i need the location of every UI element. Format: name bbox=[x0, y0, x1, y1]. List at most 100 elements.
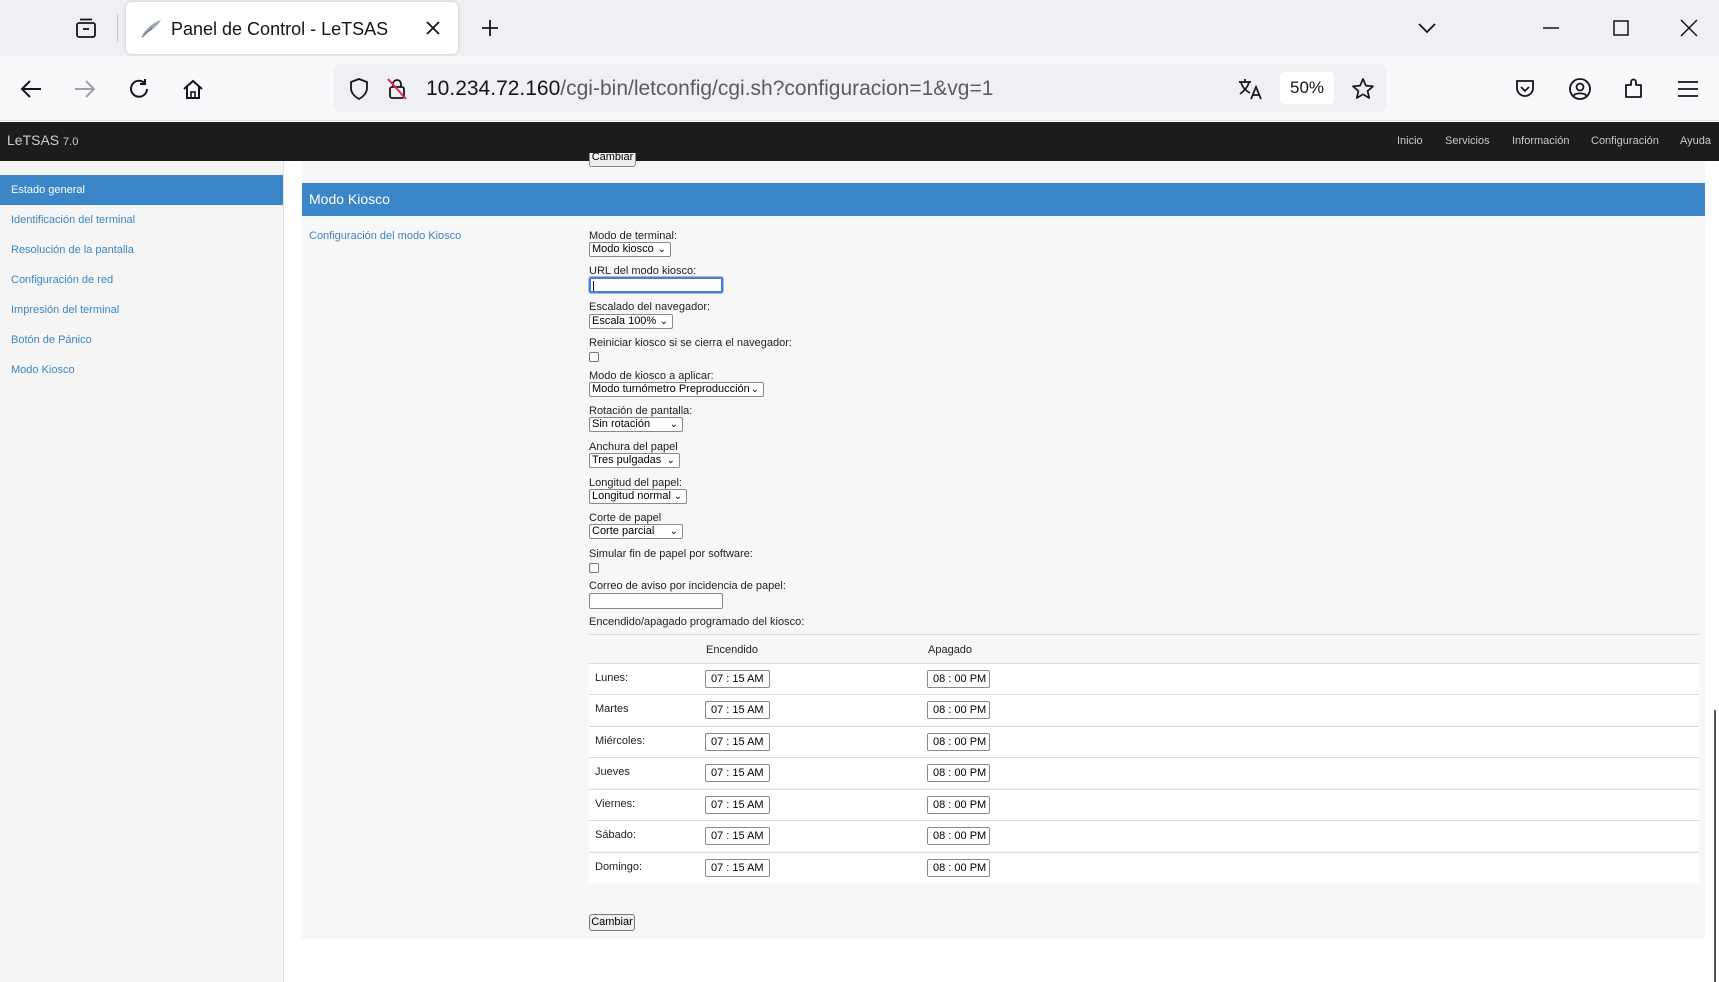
url-label: URL del modo kiosco: bbox=[589, 265, 697, 277]
restart-checkbox[interactable] bbox=[589, 352, 599, 362]
previous-submit-button[interactable]: Cambiar bbox=[589, 153, 636, 167]
paper-width-value: Tres pulgadas bbox=[592, 454, 662, 466]
tab-list-icon[interactable] bbox=[66, 12, 106, 44]
tab-separator bbox=[117, 14, 118, 42]
on-time-input[interactable]: 07 : 15 AM bbox=[705, 701, 770, 719]
sidebar: Estado general Identificación del termin… bbox=[0, 161, 284, 982]
simulate-checkbox[interactable] bbox=[589, 563, 599, 573]
table-row: Domingo: 07 : 15 AM 08 : 00 PM bbox=[589, 852, 1699, 883]
feather-icon bbox=[140, 17, 162, 39]
table-row: Jueves 07 : 15 AM 08 : 00 PM bbox=[589, 757, 1699, 788]
off-time-input[interactable]: 08 : 00 PM bbox=[927, 764, 990, 782]
zoom-level-badge[interactable]: 50% bbox=[1280, 72, 1334, 104]
nav-inicio[interactable]: Inicio bbox=[1397, 135, 1423, 147]
sidebar-item-red[interactable]: Configuración de red bbox=[0, 265, 283, 295]
back-arrow-icon[interactable] bbox=[12, 70, 50, 108]
reload-icon[interactable] bbox=[120, 70, 158, 108]
sidebar-item-boton-panico[interactable]: Botón de Pánico bbox=[0, 325, 283, 355]
page-scrollbar[interactable] bbox=[1714, 710, 1716, 982]
terminal-mode-select[interactable]: Modo kiosco ⌄ bbox=[589, 242, 671, 257]
minimize-icon[interactable] bbox=[1531, 8, 1571, 48]
day-label: Sábado: bbox=[595, 829, 636, 841]
app-topbar: LeTSAS 7.0 Inicio Servicios Información … bbox=[0, 122, 1719, 161]
scale-select[interactable]: Escala 100% ⌄ bbox=[589, 314, 673, 329]
table-row: Sábado: 07 : 15 AM 08 : 00 PM bbox=[589, 820, 1699, 851]
email-label: Correo de aviso por incidencia de papel: bbox=[589, 580, 786, 592]
on-time-input[interactable]: 07 : 15 AM bbox=[705, 670, 770, 688]
translate-icon[interactable] bbox=[1235, 74, 1265, 104]
kiosk-mode-value: Modo turnómetro Preproducción bbox=[592, 383, 750, 395]
paper-length-select[interactable]: Longitud normal ⌄ bbox=[589, 489, 687, 504]
day-label: Lunes: bbox=[595, 672, 629, 684]
kiosk-url-input[interactable] bbox=[588, 276, 724, 294]
section-title: Modo Kiosco bbox=[302, 183, 1705, 216]
nav-servicios[interactable]: Servicios bbox=[1445, 135, 1490, 147]
paper-length-label: Longitud del papel: bbox=[589, 477, 682, 489]
sidebar-item-modo-kiosco[interactable]: Modo Kiosco bbox=[0, 355, 283, 385]
close-window-icon[interactable] bbox=[1669, 8, 1709, 48]
off-time-input[interactable]: 08 : 00 PM bbox=[927, 796, 990, 814]
maximize-icon[interactable] bbox=[1601, 8, 1641, 48]
on-time-input[interactable]: 07 : 15 AM bbox=[705, 796, 770, 814]
chevron-down-icon: ⌄ bbox=[669, 526, 678, 537]
rotation-label: Rotación de pantalla: bbox=[589, 405, 693, 417]
url-host: 10.234.72.160 bbox=[426, 77, 561, 100]
terminal-mode-value: Modo kiosco bbox=[592, 243, 654, 255]
nav-informacion[interactable]: Información bbox=[1512, 135, 1569, 147]
close-tab-icon[interactable] bbox=[420, 15, 446, 41]
new-tab-icon[interactable] bbox=[474, 12, 506, 44]
nav-configuracion[interactable]: Configuración bbox=[1591, 135, 1659, 147]
extensions-icon[interactable] bbox=[1615, 70, 1653, 108]
on-time-input[interactable]: 07 : 15 AM bbox=[705, 827, 770, 845]
text-cursor bbox=[593, 281, 594, 291]
chevron-down-icon: ⌄ bbox=[659, 316, 668, 327]
sidebar-item-identificacion[interactable]: Identificación del terminal bbox=[0, 205, 283, 235]
active-tab[interactable]: Panel de Control - LeTSAS bbox=[126, 2, 458, 54]
sidebar-item-impresion[interactable]: Impresión del terminal bbox=[0, 295, 283, 325]
paper-width-label: Anchura del papel bbox=[589, 441, 678, 453]
off-time-input[interactable]: 08 : 00 PM bbox=[927, 733, 990, 751]
kiosk-mode-select[interactable]: Modo turnómetro Preproducción ⌄ bbox=[589, 382, 764, 397]
off-time-input[interactable]: 08 : 00 PM bbox=[927, 701, 990, 719]
chevron-down-icon: ⌄ bbox=[666, 455, 675, 466]
on-time-input[interactable]: 07 : 15 AM bbox=[705, 733, 770, 751]
shield-icon[interactable] bbox=[344, 74, 374, 104]
table-row: Lunes: 07 : 15 AM 08 : 00 PM bbox=[589, 663, 1699, 694]
off-time-input[interactable]: 08 : 00 PM bbox=[927, 827, 990, 845]
paper-cut-select[interactable]: Corte parcial ⌄ bbox=[589, 524, 683, 539]
paper-cut-label: Corte de papel bbox=[589, 512, 662, 524]
off-time-input[interactable]: 08 : 00 PM bbox=[927, 670, 990, 688]
submit-button[interactable]: Cambiar bbox=[589, 914, 635, 931]
chevron-down-icon: ⌄ bbox=[673, 491, 682, 502]
on-time-input[interactable]: 07 : 15 AM bbox=[705, 859, 770, 877]
pocket-icon[interactable] bbox=[1506, 70, 1544, 108]
url-bar[interactable]: 10.234.72.160/cgi-bin/letconfig/cgi.sh?c… bbox=[334, 64, 1386, 112]
browser-nav-bar: 10.234.72.160/cgi-bin/letconfig/cgi.sh?c… bbox=[0, 56, 1719, 121]
paper-width-select[interactable]: Tres pulgadas ⌄ bbox=[589, 453, 680, 468]
chevron-down-icon: ⌄ bbox=[669, 419, 678, 430]
url-text[interactable]: 10.234.72.160/cgi-bin/letconfig/cgi.sh?c… bbox=[426, 77, 993, 101]
bookmark-star-icon[interactable] bbox=[1348, 74, 1378, 104]
email-input[interactable] bbox=[589, 593, 723, 609]
section-subtitle: Configuración del modo Kiosco bbox=[309, 230, 462, 242]
forward-arrow-icon[interactable] bbox=[66, 70, 104, 108]
hamburger-menu-icon[interactable] bbox=[1669, 70, 1707, 108]
column-off: Apagado bbox=[928, 644, 973, 656]
on-time-input[interactable]: 07 : 15 AM bbox=[705, 764, 770, 782]
kiosk-mode-label: Modo de kiosco a aplicar: bbox=[589, 370, 714, 382]
nav-ayuda[interactable]: Ayuda bbox=[1680, 135, 1711, 147]
browser-tab-bar: Panel de Control - LeTSAS bbox=[0, 0, 1719, 56]
table-row: Miércoles: 07 : 15 AM 08 : 00 PM bbox=[589, 726, 1699, 757]
sidebar-item-estado-general[interactable]: Estado general bbox=[0, 175, 283, 205]
rotation-select[interactable]: Sin rotación ⌄ bbox=[589, 417, 683, 432]
table-row: Viernes: 07 : 15 AM 08 : 00 PM bbox=[589, 789, 1699, 820]
day-label: Martes bbox=[595, 703, 629, 715]
account-icon[interactable] bbox=[1561, 70, 1599, 108]
home-icon[interactable] bbox=[174, 70, 212, 108]
sidebar-item-resolucion[interactable]: Resolución de la pantalla bbox=[0, 235, 283, 265]
chevron-down-icon[interactable] bbox=[1407, 8, 1447, 48]
off-time-input[interactable]: 08 : 00 PM bbox=[927, 859, 990, 877]
brand-logo[interactable]: LeTSAS 7.0 bbox=[7, 132, 78, 148]
column-on: Encendido bbox=[706, 644, 758, 656]
insecure-lock-icon[interactable] bbox=[382, 74, 412, 104]
